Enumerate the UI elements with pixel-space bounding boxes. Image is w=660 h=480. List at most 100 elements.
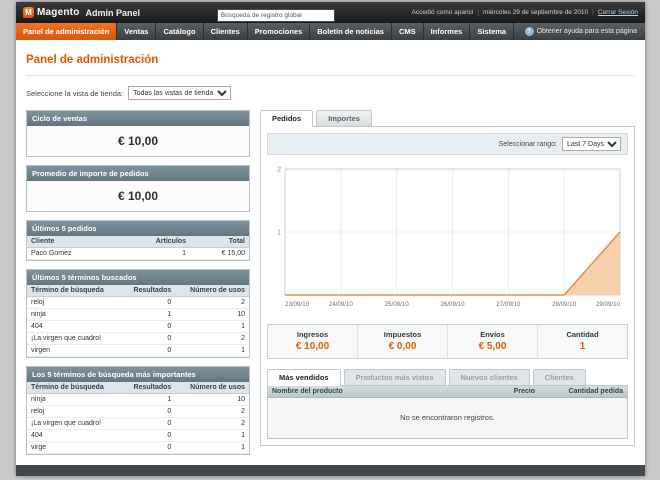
nav-item-dashboard[interactable]: Panel de administración bbox=[16, 23, 118, 40]
products-grid: Nombre del producto Precio Cantidad pedi… bbox=[267, 385, 628, 439]
table-row[interactable]: 404 0 1 bbox=[27, 320, 249, 333]
nav-item-sales[interactable]: Ventas bbox=[117, 23, 157, 40]
top-search-card: Los 5 términos de búsqueda más important… bbox=[26, 366, 250, 455]
main-nav: Panel de administración Ventas Catálogo … bbox=[16, 23, 645, 40]
nav-item-customers[interactable]: Clientes bbox=[204, 23, 248, 40]
lifetime-sales-card: Ciclo de ventas € 10,00 bbox=[26, 110, 250, 157]
admin-page: M Magento Admin Panel Accedió como apari… bbox=[16, 2, 645, 476]
col-header: Resultados bbox=[121, 382, 176, 394]
svg-text:25/09/10: 25/09/10 bbox=[385, 301, 410, 308]
table-header-row: Cliente Artículos Total bbox=[27, 236, 249, 248]
store-view-row: Seleccione la vista de tienda: Todas las… bbox=[26, 86, 635, 100]
footer-bar bbox=[16, 465, 645, 476]
last-search-title: Últimos 5 términos buscados bbox=[27, 270, 249, 285]
average-orders-card: Promedio de importe de pedidos € 10,00 bbox=[26, 165, 250, 212]
page-help-link[interactable]: ? Obtener ayuda para esta página bbox=[524, 23, 645, 40]
title-row: Panel de administración bbox=[26, 40, 635, 76]
nav-item-cms[interactable]: CMS bbox=[392, 23, 424, 40]
table-row[interactable]: virge 0 1 bbox=[27, 441, 249, 454]
tab-amounts[interactable]: Importes bbox=[316, 110, 372, 126]
table-row[interactable]: ninja 1 10 bbox=[27, 308, 249, 321]
table-header-row: Nombre del producto Precio Cantidad pedi… bbox=[268, 386, 627, 398]
lifetime-sales-value: € 10,00 bbox=[27, 126, 249, 156]
range-selector-row: Seleccionar rango: Last 7 Days bbox=[267, 133, 628, 155]
top-search-table: Término de búsqueda Resultados Número de… bbox=[27, 382, 249, 454]
orders-chart: 1 2 23/09/10 24/09/10 25/09/10 26/09/10 27/09/… bbox=[269, 163, 626, 320]
header-separator: | bbox=[477, 9, 480, 16]
nav-item-newsletter[interactable]: Boletín de noticias bbox=[310, 23, 392, 40]
store-view-select[interactable]: Todas las vistas de tienda bbox=[128, 86, 232, 100]
logout-link[interactable]: Cerrar Sesión bbox=[598, 9, 638, 16]
tab-new-customers[interactable]: Nuevos clientes bbox=[448, 369, 530, 385]
table-row[interactable]: virgen 0 1 bbox=[27, 344, 249, 357]
svg-text:26/09/10: 26/09/10 bbox=[440, 301, 465, 308]
tab-bestsellers[interactable]: Más vendidos bbox=[267, 369, 341, 386]
col-header: Número de usos bbox=[175, 382, 249, 394]
grid-tabs: Más vendidos Productos más vistos Nuevos… bbox=[267, 369, 628, 386]
store-view-label: Seleccione la vista de tienda: bbox=[26, 88, 124, 98]
top-header: M Magento Admin Panel Accedió como apari… bbox=[16, 2, 645, 23]
stat-shipping: Envíos € 5,00 bbox=[447, 325, 537, 358]
svg-text:1: 1 bbox=[277, 230, 281, 237]
last-orders-card: Últimos 5 pedidos Cliente Artículos Tota… bbox=[26, 220, 250, 261]
col-header: Término de búsqueda bbox=[27, 285, 122, 297]
col-header: Cantidad pedida bbox=[539, 386, 627, 398]
magento-logo-icon: M bbox=[23, 7, 34, 18]
nav-item-promotions[interactable]: Promociones bbox=[248, 23, 311, 40]
range-select[interactable]: Last 7 Days bbox=[562, 137, 621, 151]
tab-most-viewed[interactable]: Productos más vistos bbox=[343, 369, 446, 385]
logged-in-as: Accedió como aparici bbox=[411, 9, 474, 16]
dashboard: Ciclo de ventas € 10,00 Promedio de impo… bbox=[26, 110, 635, 455]
nav-item-reports[interactable]: Informes bbox=[424, 23, 471, 40]
col-header: Término de búsqueda bbox=[27, 382, 122, 394]
svg-text:24/09/10: 24/09/10 bbox=[329, 301, 354, 308]
table-row[interactable]: ¡La virgen que cuadro! 0 2 bbox=[27, 332, 249, 345]
svg-text:28/09/10: 28/09/10 bbox=[552, 301, 577, 308]
last-orders-title: Últimos 5 pedidos bbox=[27, 221, 249, 236]
svg-text:2: 2 bbox=[277, 167, 281, 174]
dashboard-right-column: Pedidos Importes Seleccionar rango: Last… bbox=[260, 110, 635, 446]
header-separator: | bbox=[592, 9, 594, 16]
average-orders-title: Promedio de importe de pedidos bbox=[27, 166, 249, 181]
chart-panel: Seleccionar rango: Last 7 Days 1 2 23/09/1… bbox=[260, 126, 635, 446]
table-row[interactable]: ninja 1 10 bbox=[27, 393, 249, 406]
table-row[interactable]: ¡La virgen que cuadro! 0 2 bbox=[27, 417, 249, 430]
nav-item-system[interactable]: Sistema bbox=[470, 23, 515, 40]
magento-logo: M Magento Admin Panel bbox=[23, 7, 140, 18]
table-header-row: Término de búsqueda Resultados Número de… bbox=[27, 382, 249, 394]
col-header: Nombre del producto bbox=[268, 386, 467, 398]
col-header: Total bbox=[190, 236, 249, 248]
table-row[interactable]: reloj 0 2 bbox=[27, 405, 249, 418]
col-header: Precio bbox=[467, 386, 539, 398]
logo-suffix: Admin Panel bbox=[85, 7, 141, 18]
stat-revenue: Ingresos € 10,00 bbox=[295, 330, 330, 352]
stat-tax: Impuestos € 0,00 bbox=[357, 325, 447, 358]
global-search-input[interactable] bbox=[216, 8, 335, 22]
empty-records-message: No se encontraron registros. bbox=[268, 398, 627, 438]
help-icon: ? bbox=[524, 27, 534, 36]
table-row[interactable]: reloj 0 2 bbox=[27, 296, 249, 309]
lifetime-sales-title: Ciclo de ventas bbox=[27, 111, 249, 126]
table-header-row: Término de búsqueda Resultados Número de… bbox=[27, 285, 249, 297]
range-label: Seleccionar rango: bbox=[498, 140, 557, 148]
help-label: Obtener ayuda para esta página bbox=[536, 28, 637, 35]
last-search-card: Últimos 5 términos buscados Término de b… bbox=[26, 269, 250, 358]
col-header: Cliente bbox=[27, 236, 119, 248]
logo-text: Magento bbox=[37, 7, 80, 18]
top-search-title: Los 5 términos de búsqueda más important… bbox=[27, 367, 249, 382]
last-orders-table: Cliente Artículos Total Paco Gomez 1 € 1… bbox=[27, 236, 249, 260]
tab-orders[interactable]: Pedidos bbox=[260, 110, 314, 127]
nav-item-catalog[interactable]: Catálogo bbox=[156, 23, 204, 40]
orders-chart-svg: 1 2 23/09/10 24/09/10 25/09/10 26/09/10 27/09/… bbox=[277, 167, 621, 308]
col-header: Resultados bbox=[121, 285, 176, 297]
products-table: Nombre del producto Precio Cantidad pedi… bbox=[268, 386, 627, 398]
svg-text:23/09/10: 23/09/10 bbox=[285, 301, 310, 308]
global-search bbox=[216, 4, 335, 22]
col-header: Artículos bbox=[118, 236, 191, 248]
stat-quantity: Cantidad 1 bbox=[537, 325, 627, 358]
header-date: miércoles 29 de septiembre de 2010 bbox=[483, 9, 589, 16]
table-row[interactable]: Paco Gomez 1 € 15,00 bbox=[27, 247, 249, 260]
table-row[interactable]: 404 0 1 bbox=[27, 429, 249, 442]
chart-tabs: Pedidos Importes bbox=[260, 110, 635, 127]
tab-customers[interactable]: Clientes bbox=[532, 369, 586, 385]
